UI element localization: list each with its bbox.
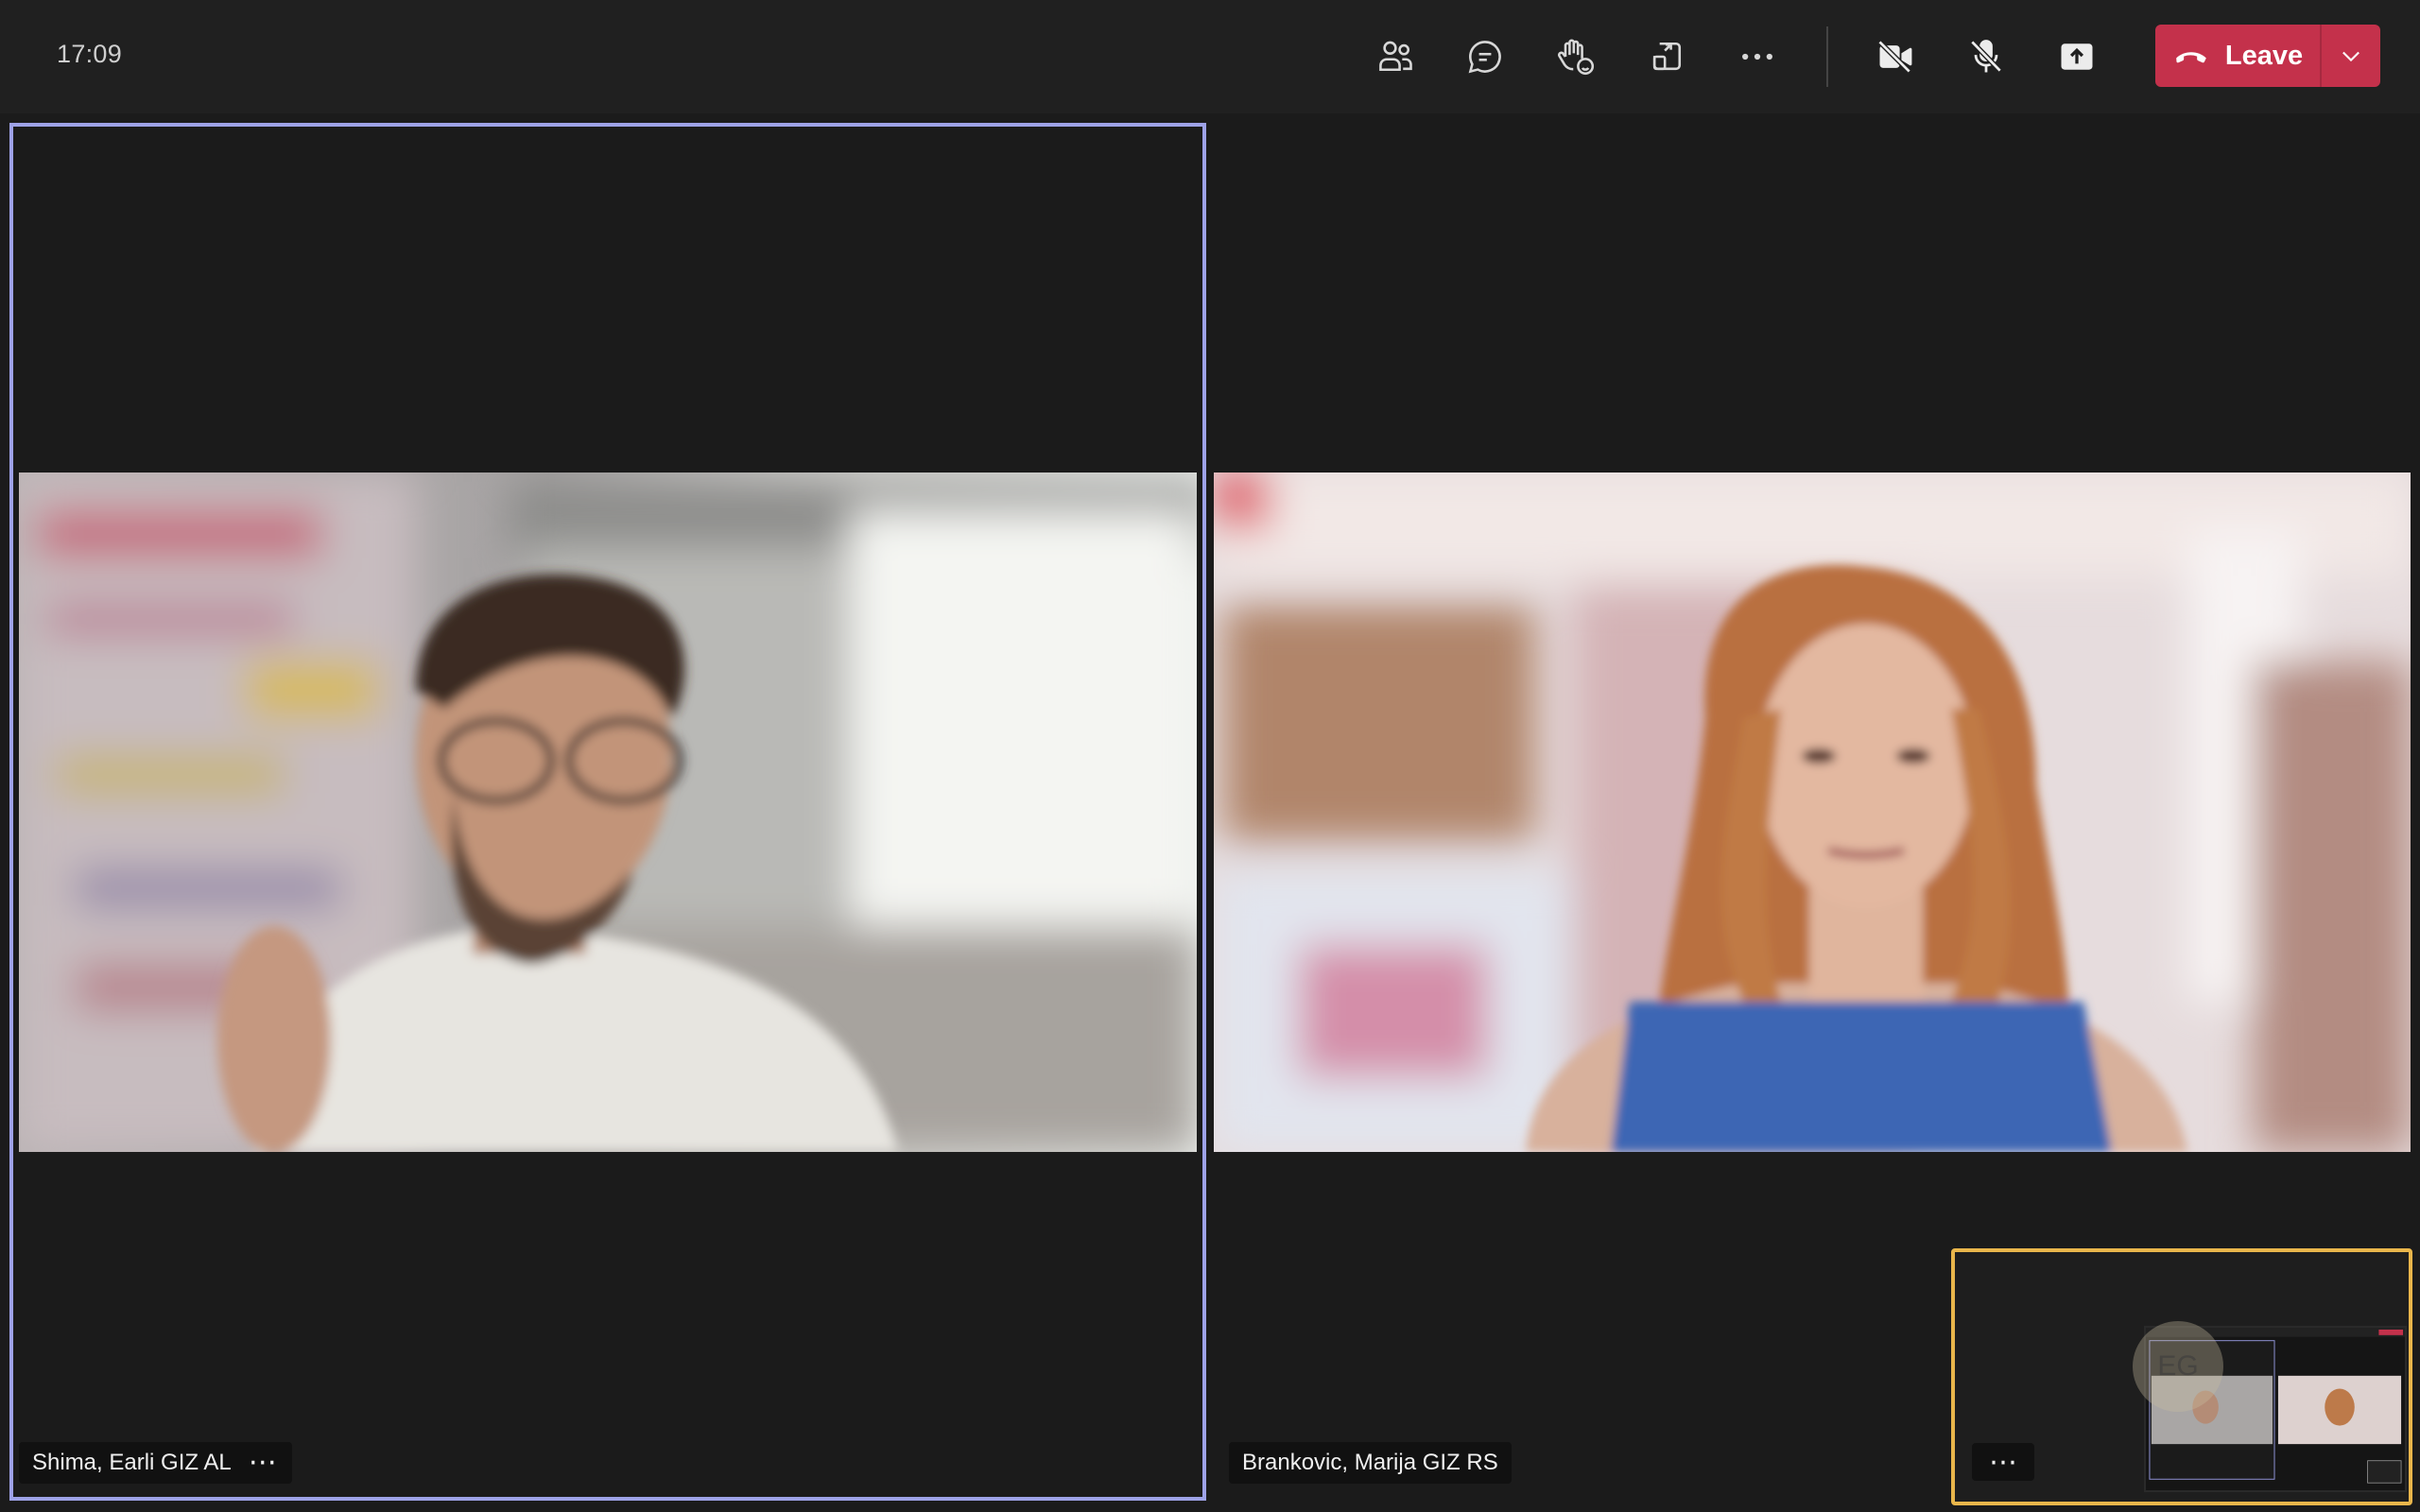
meeting-toolbar: 17:09 Leave <box>0 0 2420 113</box>
chat-icon <box>1468 41 1501 74</box>
people-button[interactable] <box>1363 25 1427 89</box>
breakout-rooms-icon <box>1652 42 1682 71</box>
participant-options-button[interactable]: ⋯ <box>249 1449 279 1477</box>
breakout-rooms-button[interactable] <box>1634 25 1699 89</box>
more-actions-button[interactable] <box>1725 25 1789 89</box>
hang-up-icon <box>2176 52 2206 63</box>
participant-video <box>1214 472 2411 1152</box>
share-content-button[interactable] <box>2045 25 2109 89</box>
share-tray-icon <box>2061 43 2093 70</box>
people-icon <box>1379 41 1412 72</box>
leave-options-dropdown[interactable] <box>2320 25 2380 87</box>
chevron-down-icon <box>2342 51 2360 62</box>
self-avatar: EG <box>2133 1321 2223 1412</box>
participant-tile-active-speaker[interactable]: Shima, Earli GIZ AL ⋯ <box>9 123 1206 1501</box>
mic-toggle-button[interactable] <box>1954 25 2018 89</box>
toolbar-divider <box>1826 26 1828 87</box>
react-button[interactable] <box>1544 25 1608 89</box>
leave-label: Leave <box>2224 40 2304 71</box>
camera-off-icon <box>1877 40 1912 74</box>
raise-hand-react-icon <box>1558 39 1595 76</box>
participant-name-tag: Shima, Earli GIZ AL ⋯ <box>19 1442 292 1484</box>
participant-video <box>19 472 1197 1152</box>
chat-button[interactable] <box>1453 25 1517 89</box>
camera-toggle-button[interactable] <box>1863 25 1927 89</box>
meeting-time: 17:09 <box>57 40 123 68</box>
leave-button[interactable]: Leave <box>2155 25 2320 87</box>
participant-name-tag: Brankovic, Marija GIZ RS <box>1229 1442 1512 1484</box>
participant-name: Brankovic, Marija GIZ RS <box>1242 1450 1498 1475</box>
participant-name: Shima, Earli GIZ AL <box>32 1450 232 1475</box>
self-view-options-button[interactable]: ⋯ <box>1972 1443 2034 1481</box>
leave-button-group: Leave <box>2155 25 2380 87</box>
more-actions-icon <box>1742 53 1772 60</box>
mic-off-icon <box>1970 40 2002 73</box>
